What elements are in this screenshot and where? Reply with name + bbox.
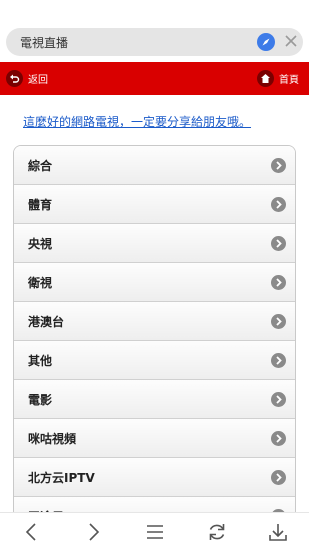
- compass-icon[interactable]: [257, 33, 275, 51]
- chevron-right-icon: [271, 353, 286, 368]
- list-item[interactable]: 咪咕視頻: [14, 419, 295, 458]
- list-item[interactable]: 港澳台: [14, 302, 295, 341]
- list-item-label: 咪咕視頻: [28, 432, 77, 446]
- list-item[interactable]: 其他: [14, 341, 295, 380]
- close-icon[interactable]: [283, 33, 299, 49]
- bottom-toolbar: [0, 512, 309, 551]
- list-item[interactable]: 體育: [14, 185, 295, 224]
- chevron-right-icon: [271, 236, 286, 251]
- chevron-right-icon: [271, 392, 286, 407]
- list-item-label: 綜合: [28, 159, 53, 173]
- chevron-right-icon: [271, 275, 286, 290]
- list-item[interactable]: 央視: [14, 224, 295, 263]
- home-button[interactable]: 首頁: [257, 69, 299, 88]
- back-button[interactable]: 返回: [6, 69, 48, 88]
- list-item-label: 北方云IPTV: [28, 471, 95, 485]
- chevron-right-icon: [271, 470, 286, 485]
- chevron-right-icon: [271, 431, 286, 446]
- download-icon[interactable]: [267, 521, 289, 543]
- address-text[interactable]: 電視直播: [20, 34, 68, 51]
- chevron-right-icon: [271, 158, 286, 173]
- list-item[interactable]: 衛視: [14, 263, 295, 302]
- list-item[interactable]: 電影: [14, 380, 295, 419]
- list-item-label: 體育: [28, 198, 53, 212]
- list-item[interactable]: 北方云IPTV: [14, 458, 295, 497]
- back-label: 返回: [28, 75, 48, 86]
- chevron-right-icon: [271, 314, 286, 329]
- chevron-right-icon: [271, 197, 286, 212]
- list-item-label: 港澳台: [28, 315, 65, 329]
- back-arrow-icon[interactable]: [21, 521, 43, 543]
- list-item-label: 其他: [28, 354, 53, 368]
- list-item[interactable]: 綜合: [14, 146, 295, 185]
- refresh-icon[interactable]: [206, 521, 228, 543]
- share-link[interactable]: 這麼好的網路電視，一定要分享給朋友哦。: [23, 113, 251, 130]
- list-item-label: 電影: [28, 393, 53, 407]
- home-icon: [257, 70, 274, 87]
- forward-arrow-icon[interactable]: [82, 521, 104, 543]
- list-item-label: 衛視: [28, 276, 53, 290]
- undo-icon: [6, 70, 23, 87]
- category-list: 綜合體育央視衛視港澳台其他電影咪咕視頻北方云IPTV天途云IPTV: [13, 145, 296, 545]
- list-item-label: 央視: [28, 237, 53, 251]
- menu-icon[interactable]: [144, 521, 166, 543]
- address-bar[interactable]: 電視直播: [6, 28, 303, 56]
- header-bar: 返回 首頁: [0, 62, 309, 95]
- home-label: 首頁: [279, 75, 299, 86]
